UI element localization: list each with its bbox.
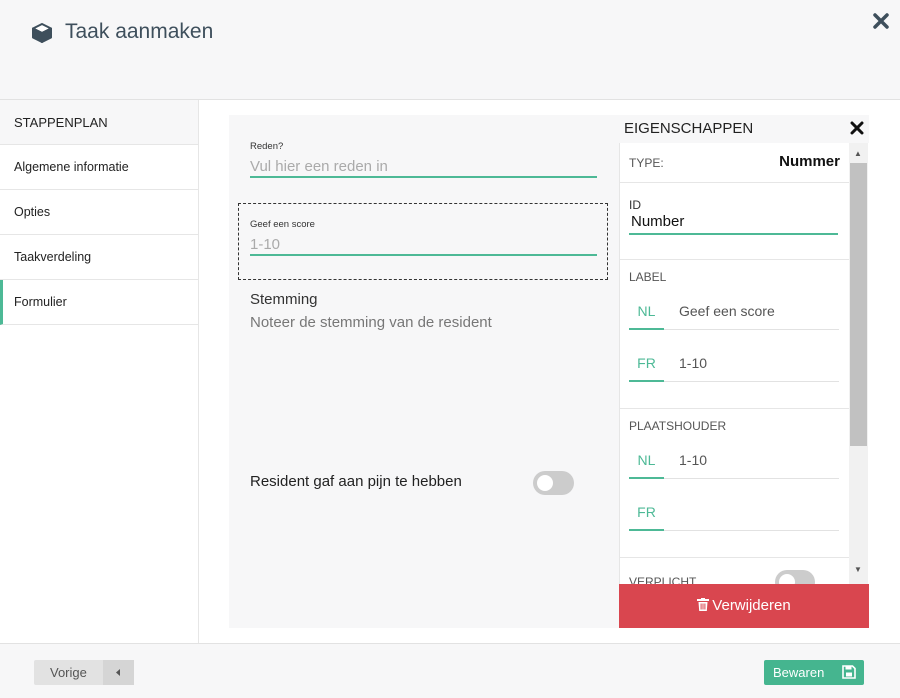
placeholder-fr-tab[interactable]: FR	[629, 504, 664, 531]
score-field: Geef een score 1-10	[250, 219, 597, 256]
close-properties-icon[interactable]	[850, 121, 864, 135]
label-nl-underline	[664, 329, 839, 330]
reason-input[interactable]: Vul hier een reden in	[250, 156, 597, 178]
sidebar-item-form[interactable]: Formulier	[0, 280, 198, 325]
placeholder-section: PLAATSHOUDER NL 1-10 FR	[620, 409, 849, 558]
sidebar-title: STAPPENPLAN	[0, 100, 198, 145]
pain-label: Resident gaf aan pijn te hebben	[250, 473, 462, 490]
mood-title: Stemming	[250, 291, 318, 308]
properties-header: EIGENSCHAPPEN	[619, 115, 869, 143]
properties-scrollbar[interactable]: ▲ ▼	[849, 143, 868, 584]
reason-field: Reden? Vul hier een reden in	[250, 141, 597, 178]
modal-header: Taak aanmaken	[0, 0, 900, 100]
id-label: ID	[629, 198, 641, 212]
required-row: VERPLICHT	[620, 558, 849, 584]
type-row: TYPE: Nummer	[620, 143, 849, 183]
placeholder-nl-input[interactable]: 1-10	[679, 452, 707, 468]
cube-icon	[32, 23, 52, 43]
sidebar-item-options[interactable]: Opties	[0, 190, 198, 235]
delete-button[interactable]: Verwijderen	[619, 584, 869, 628]
properties-scroll-area[interactable]: TYPE: Nummer ID Number LABEL NL Geef een…	[619, 143, 849, 584]
scroll-down-icon[interactable]: ▼	[854, 565, 862, 574]
required-toggle[interactable]	[775, 570, 815, 584]
reason-label: Reden?	[250, 141, 284, 152]
scrollbar-thumb[interactable]	[850, 163, 867, 446]
placeholder-nl-underline	[664, 478, 839, 479]
label-fr-input[interactable]: 1-10	[679, 355, 707, 371]
sidebar-item-general-info[interactable]: Algemene informatie	[0, 145, 198, 190]
label-section-title: LABEL	[629, 270, 667, 284]
save-button[interactable]: Bewaren	[764, 660, 864, 685]
modal-footer: Vorige Bewaren	[0, 643, 900, 698]
label-nl-input[interactable]: Geef een score	[679, 303, 775, 319]
score-input[interactable]: 1-10	[250, 234, 597, 256]
properties-title: EIGENSCHAPPEN	[624, 120, 754, 137]
previous-label: Vorige	[50, 665, 87, 680]
placeholder-fr-underline	[664, 530, 839, 531]
label-fr-tab[interactable]: FR	[629, 355, 664, 382]
toggle-knob	[537, 475, 553, 491]
mood-description: Noteer de stemming van de resident	[250, 314, 492, 331]
scroll-up-icon[interactable]: ▲	[854, 149, 862, 158]
form-canvas: Reden? Vul hier een reden in Geef een sc…	[229, 115, 619, 628]
modal-title: Taak aanmaken	[65, 20, 214, 43]
floppy-disk-icon	[842, 665, 856, 679]
type-label: TYPE:	[629, 156, 664, 170]
label-nl-tab[interactable]: NL	[629, 303, 664, 330]
properties-panel: EIGENSCHAPPEN TYPE: Nummer ID Number LAB…	[619, 115, 869, 628]
pain-toggle[interactable]	[533, 471, 574, 495]
sidebar-item-task-division[interactable]: Taakverdeling	[0, 235, 198, 280]
steps-sidebar: STAPPENPLAN Algemene informatie Opties T…	[0, 100, 199, 643]
required-label: VERPLICHT	[629, 575, 697, 584]
task-modal: Taak aanmaken STAPPENPLAN Algemene infor…	[0, 0, 900, 698]
caret-left-icon	[103, 660, 134, 685]
placeholder-nl-tab[interactable]: NL	[629, 452, 664, 479]
delete-label: Verwijderen	[712, 597, 791, 614]
id-input[interactable]: Number	[629, 213, 838, 235]
label-section: LABEL NL Geef een score FR 1-10	[620, 260, 849, 409]
previous-button[interactable]: Vorige	[34, 660, 134, 685]
label-fr-underline	[664, 381, 839, 382]
save-label: Bewaren	[773, 665, 825, 680]
placeholder-section-title: PLAATSHOUDER	[629, 419, 727, 433]
toggle-knob	[779, 574, 795, 584]
type-value: Nummer	[779, 153, 840, 170]
score-label: Geef een score	[250, 219, 315, 230]
id-row: ID Number	[620, 183, 849, 260]
close-icon[interactable]	[870, 10, 892, 32]
trash-icon	[697, 598, 710, 611]
